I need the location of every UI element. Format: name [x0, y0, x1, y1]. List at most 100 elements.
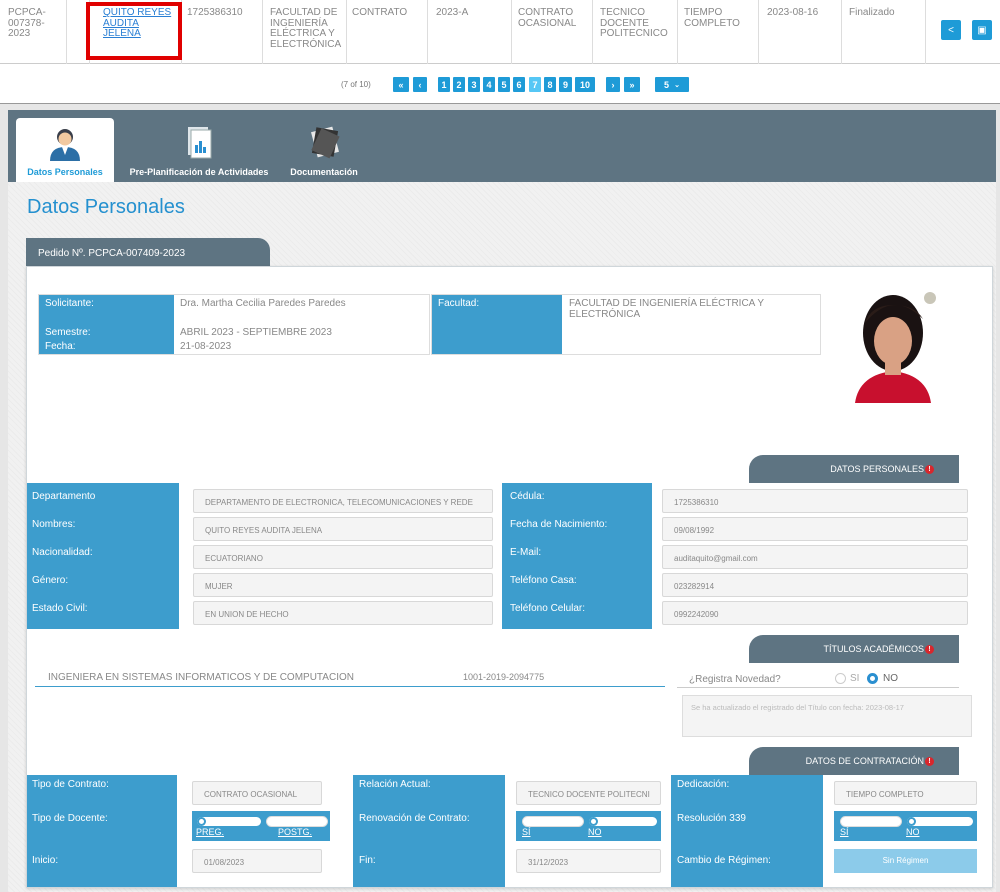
highlight-box [86, 2, 182, 60]
novedad-textarea[interactable]: Se ha actualizado el registrado del Títu… [682, 695, 972, 737]
renovacion-si-toggle[interactable] [522, 816, 584, 827]
estado-civil-label: Estado Civil: [32, 603, 88, 614]
page-title: Datos Personales [27, 196, 185, 218]
alert-icon: ! [925, 756, 934, 766]
dp-right-labels: Cédula: Fecha de Nacimiento: E-Mail: Tel… [502, 483, 652, 629]
nacionalidad-field: ECUATORIANO [193, 545, 493, 569]
datos-personales-header: DATOS PERSONALES! [749, 455, 959, 483]
share-button[interactable]: < [941, 20, 961, 40]
sin-regimen-button[interactable]: Sin Régimen [834, 849, 977, 873]
novedad-row: ¿Registra Novedad? SI NO [677, 670, 959, 688]
fecha-nacimiento-label: Fecha de Nacimiento: [510, 519, 608, 530]
facultad-label: Facultad: [432, 295, 562, 354]
documents-icon [311, 126, 340, 159]
cell-tipo: CONTRATO [352, 7, 408, 18]
renovacion-toggles: SÍ NO [516, 811, 661, 841]
email-field: auditaquito@gmail.com [662, 545, 968, 569]
first-page-button[interactable]: « [392, 76, 410, 93]
contrato-labels: Tipo de Contrato: Tipo de Docente: Inici… [27, 775, 177, 887]
cell-cargo: TECNICO DOCENTE POLITECNICO [600, 7, 668, 39]
page-button-6[interactable]: 6 [512, 76, 526, 93]
tab-pre-planificacion[interactable]: Pre-Planificación de Actividades [120, 118, 278, 182]
novedad-label: ¿Registra Novedad? [689, 674, 781, 685]
page-button-2[interactable]: 2 [452, 76, 466, 93]
titulo-row: INGENIERA EN SISTEMAS INFORMATICOS Y DE … [35, 672, 665, 687]
renovacion-label: Renovación de Contrato: [359, 813, 470, 824]
share-icon: < [948, 24, 954, 36]
pedido-card: Solicitante: Semestre: Fecha: Dra. Marth… [26, 266, 993, 888]
rows-per-page-select[interactable]: 5 ⌄ [654, 76, 690, 93]
resolucion-toggles: SÍ NO [834, 811, 977, 841]
tipo-contrato-field: CONTRATO OCASIONAL [192, 781, 322, 805]
relacion-field: TECNICO DOCENTE POLITECNI [516, 781, 661, 805]
semestre-value: ABRIL 2023 - SEPTIEMBRE 2023 [180, 327, 332, 338]
tab-datos-personales[interactable]: Datos Personales [16, 118, 114, 182]
page-button-1[interactable]: 1 [437, 76, 451, 93]
cell-estado: Finalizado [849, 7, 895, 18]
novedad-si-radio[interactable] [835, 673, 846, 684]
fecha-value: 21-08-2023 [180, 341, 232, 352]
last-page-button[interactable]: » [623, 76, 641, 93]
relacion-label: Relación Actual: [359, 779, 431, 790]
chevron-down-icon: ⌄ [674, 81, 680, 89]
nombres-field: QUITO REYES AUDITA JELENA [193, 517, 493, 541]
solicitante-value: Dra. Martha Cecilia Paredes Paredes [180, 298, 346, 309]
page-button-8[interactable]: 8 [543, 76, 557, 93]
semestre-label: Semestre: [45, 327, 91, 338]
preg-toggle[interactable] [196, 816, 262, 827]
titulo-name: INGENIERA EN SISTEMAS INFORMATICOS Y DE … [48, 672, 354, 683]
solicitante-label: Solicitante: [45, 298, 94, 309]
dedicacion-field: TIEMPO COMPLETO [834, 781, 977, 805]
inicio-label: Inicio: [32, 855, 59, 866]
titulos-header: TÍTULOS ACADÉMICOS! [749, 635, 959, 663]
renovacion-si-label: SÍ [522, 827, 531, 837]
preg-label: PREG. [196, 827, 225, 837]
alert-icon: ! [925, 464, 934, 474]
cedula-field: 1725386310 [662, 489, 968, 513]
page-button-4[interactable]: 4 [482, 76, 496, 93]
resolucion-si-toggle[interactable] [840, 816, 902, 827]
page-button-5[interactable]: 5 [497, 76, 511, 93]
cell-relacion: CONTRATO OCASIONAL [518, 7, 577, 29]
nombres-label: Nombres: [32, 519, 76, 530]
pedido-tab: Pedido Nº. PCPCA-007409-2023 [26, 238, 270, 266]
next-page-button[interactable]: › [605, 76, 621, 93]
page-button-10[interactable]: 10 [574, 76, 596, 93]
pdf-button[interactable]: ▣ [972, 20, 992, 40]
genero-field: MUJER [193, 573, 493, 597]
cell-fecha: 2023-08-16 [767, 7, 819, 18]
cell-facultad: FACULTAD DE INGENIERÍA ELÉCTRICA Y ELECT… [270, 7, 342, 50]
applicant-photo [845, 283, 941, 403]
dedicacion-label: Dedicación: [677, 779, 730, 790]
facultad-value: FACULTAD DE INGENIERÍA ELÉCTRICA Y ELECT… [569, 298, 764, 320]
novedad-si-label: SI [850, 673, 860, 684]
renovacion-no-label: NO [588, 827, 602, 837]
resolucion-no-toggle[interactable] [906, 816, 974, 827]
tipo-contrato-label: Tipo de Contrato: [32, 779, 109, 790]
novedad-no-radio[interactable] [867, 673, 878, 684]
cell-periodo: 2023-A [436, 7, 469, 18]
genero-label: Género: [32, 575, 69, 586]
nacionalidad-label: Nacionalidad: [32, 547, 93, 558]
telefono-casa-label: Teléfono Casa: [510, 575, 577, 586]
email-label: E-Mail: [510, 547, 542, 558]
page-button-3[interactable]: 3 [467, 76, 481, 93]
resolucion-no-label: NO [906, 827, 920, 837]
cell-cedula: 1725386310 [187, 7, 243, 18]
page-button-9[interactable]: 9 [558, 76, 573, 93]
paginator: (7 of 10) « ‹ 1 2 3 4 5 6 7 8 9 10 › » 5… [0, 75, 1000, 95]
telefono-celular-label: Teléfono Celular: [510, 603, 586, 614]
dedicacion-labels: Dedicación: Resolución 339 Cambio de Rég… [671, 775, 823, 887]
results-table: PCPCA-007378-2023 QUITO REYES AUDITA JEL… [0, 0, 1000, 104]
page-button-7[interactable]: 7 [528, 76, 542, 93]
tipo-docente-toggles: PREG. POSTG. [192, 811, 330, 841]
cell-dedicacion: TIEMPO COMPLETO [684, 7, 740, 29]
prev-page-button[interactable]: ‹ [412, 76, 428, 93]
postg-label: POSTG. [278, 827, 313, 837]
tab-documentacion[interactable]: Documentación [284, 118, 364, 182]
postg-toggle[interactable] [266, 816, 328, 827]
alert-icon: ! [925, 644, 934, 654]
renovacion-no-toggle[interactable] [588, 816, 658, 827]
titulo-registro: 1001-2019-2094775 [463, 672, 545, 682]
inicio-field: 01/08/2023 [192, 849, 322, 873]
